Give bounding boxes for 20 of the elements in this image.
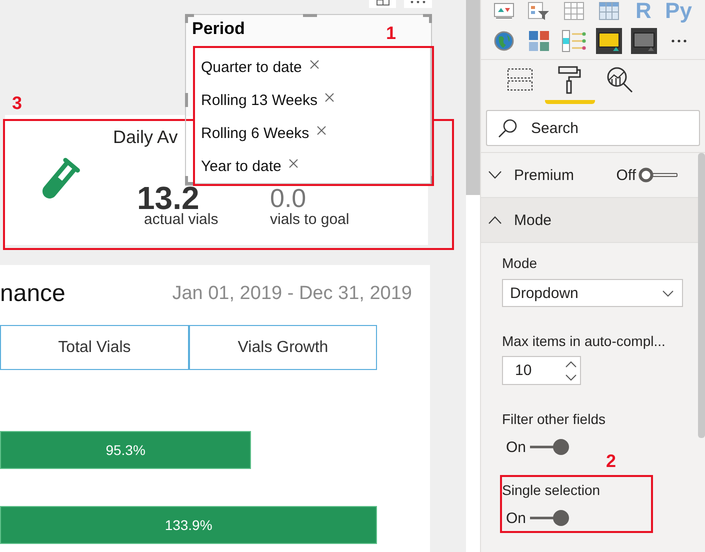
- setting-label: Max items in auto-compl...: [502, 332, 666, 350]
- goal-value: 0.0: [270, 185, 306, 211]
- card-title: Daily Av: [113, 127, 178, 148]
- toggle-label: On: [506, 438, 526, 456]
- data-bar: 95.3%: [0, 431, 252, 469]
- annotation-number: 3: [12, 93, 22, 113]
- toggle-label: On: [506, 510, 526, 526]
- setting-label: Filter other fields: [502, 410, 606, 428]
- annotation-number: 1: [386, 23, 396, 43]
- setting-label: Single selection: [502, 481, 600, 499]
- slicer-title: Period: [192, 19, 245, 39]
- kpi-value: 13.2: [137, 185, 200, 211]
- annotation-number: 2: [606, 451, 616, 471]
- data-bar: 133.9%: [0, 506, 378, 544]
- setting-label: Mode: [502, 254, 538, 272]
- goal-caption: vials to goal: [270, 211, 350, 228]
- date-range: Jan 01, 2019 - Dec 31, 2019: [172, 283, 412, 305]
- toggle-label: Off: [616, 166, 636, 184]
- card-title: nance: [0, 280, 66, 308]
- kpi-caption: actual vials: [144, 211, 218, 228]
